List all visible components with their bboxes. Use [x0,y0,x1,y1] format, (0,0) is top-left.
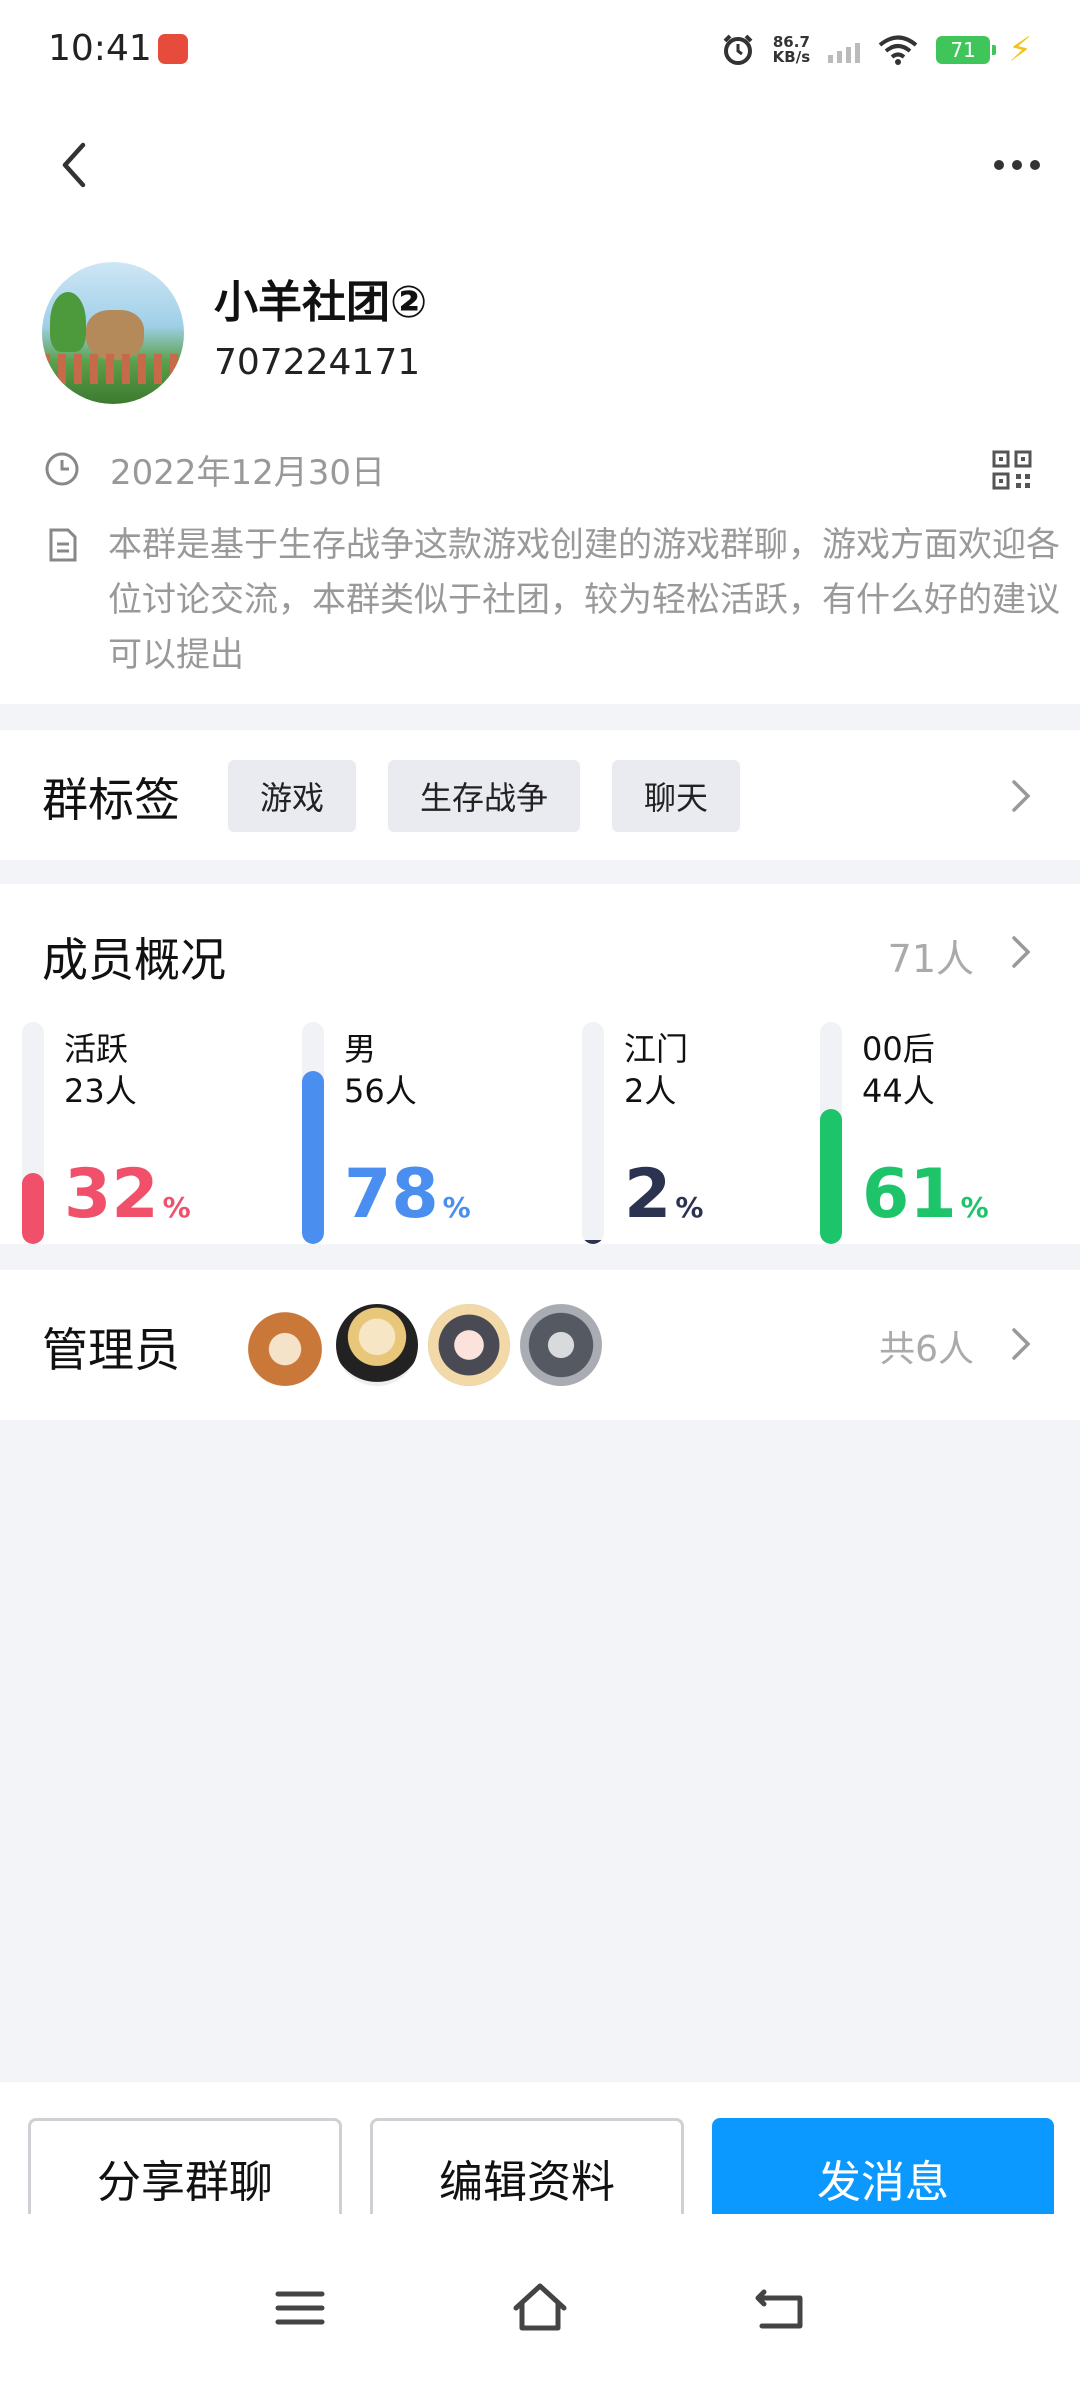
battery-icon: 71 [936,36,997,64]
admins-title: 管理员 [42,1323,180,1377]
admin-avatar[interactable] [428,1304,510,1386]
group-id[interactable]: 707224171 [214,342,420,383]
stat-bar [820,1108,842,1244]
created-date-row: 2022年12月30日 [44,444,385,494]
stat-count: 2人 [624,1072,677,1110]
stat-label: 江门 [624,1030,689,1068]
tag-list: 游戏 生存战争 聊天 [228,760,741,832]
stat-active: 活跃 23人 32% [22,1022,282,1244]
stat-bar [582,1239,604,1244]
stat-count: 56人 [344,1072,417,1110]
admin-avatar-list [244,1304,602,1386]
stat-percent: 61% [862,1155,989,1234]
stat-label: 活跃 [64,1030,129,1068]
charging-icon: ⚡ [1008,30,1032,70]
admins-total: 共6人 [879,1329,974,1370]
members-title: 成员概况 [42,933,226,987]
more-button[interactable] [982,135,1052,195]
group-name: 小羊社团② [214,277,428,328]
stat-label: 男 [344,1030,377,1068]
stat-percent: 32% [64,1155,191,1234]
battery-level: 71 [950,38,976,62]
group-avatar[interactable] [42,262,184,404]
stat-bar [302,1070,324,1244]
back-nav-icon[interactable] [750,2278,810,2338]
menu-icon[interactable] [270,2278,330,2338]
stat-region: 江门 2人 2% [582,1022,842,1244]
qr-code-icon[interactable] [992,450,1032,490]
stat-count: 44人 [862,1072,935,1110]
back-arrow-icon [62,142,86,188]
more-dots-icon [994,160,1004,170]
stat-count: 23人 [64,1072,137,1110]
back-button[interactable] [44,130,104,200]
wifi-icon [878,35,918,65]
chevron-right-icon [1012,1328,1031,1360]
tags-title: 群标签 [42,773,180,827]
status-bar: 10:41 86.7 KB/s 71 ⚡ [0,0,1080,100]
document-icon [49,528,77,562]
group-description: 本群是基于生存战争这款游戏创建的游戏群聊，游戏方面欢迎各位讨论交流，本群类似于社… [108,525,1060,675]
group-tags-section[interactable]: 群标签 游戏 生存战争 聊天 [0,730,1080,860]
chevron-right-icon [1012,936,1031,968]
group-profile: 小羊社团② 707224171 2022年12月30日 本群是基于生存战争这款游… [0,240,1080,704]
stat-label: 00后 [862,1030,935,1068]
status-indicators: 86.7 KB/s 71 ⚡ [721,28,1032,72]
admins-section[interactable]: 管理员 共6人 [0,1270,1080,1420]
stat-percent: 78% [344,1155,471,1234]
members-overview-section[interactable]: 成员概况 71人 活跃 23人 32% 男 56人 78% 江门 2人 2% 0… [0,884,1080,1244]
net-speed: 86.7 KB/s [773,35,810,65]
admin-avatar[interactable] [336,1304,418,1386]
members-total: 71人 [887,937,974,981]
created-date: 2022年12月30日 [110,452,386,493]
status-time: 10:41 [48,28,152,69]
top-nav [0,100,1080,240]
group-description-row: 本群是基于生存战争这款游戏创建的游戏群聊，游戏方面欢迎各位讨论交流，本群类似于社… [44,518,1060,683]
stat-bar [22,1172,44,1244]
system-nav-bar [0,2214,1080,2400]
stat-age: 00后 44人 61% [820,1022,1080,1244]
stat-male: 男 56人 78% [302,1022,562,1244]
signal-icon [828,37,861,63]
alarm-icon [723,34,753,65]
tag-item[interactable]: 游戏 [228,760,357,832]
notification-app-icon [158,34,188,64]
chevron-right-icon [1012,780,1031,812]
admin-avatar[interactable] [520,1304,602,1386]
tag-item[interactable]: 聊天 [612,760,741,832]
net-speed-unit: KB/s [772,48,811,66]
clock-icon [45,452,79,486]
stat-percent: 2% [624,1155,704,1234]
tag-item[interactable]: 生存战争 [388,760,581,832]
admin-avatar[interactable] [244,1304,326,1386]
home-icon[interactable] [510,2278,570,2338]
